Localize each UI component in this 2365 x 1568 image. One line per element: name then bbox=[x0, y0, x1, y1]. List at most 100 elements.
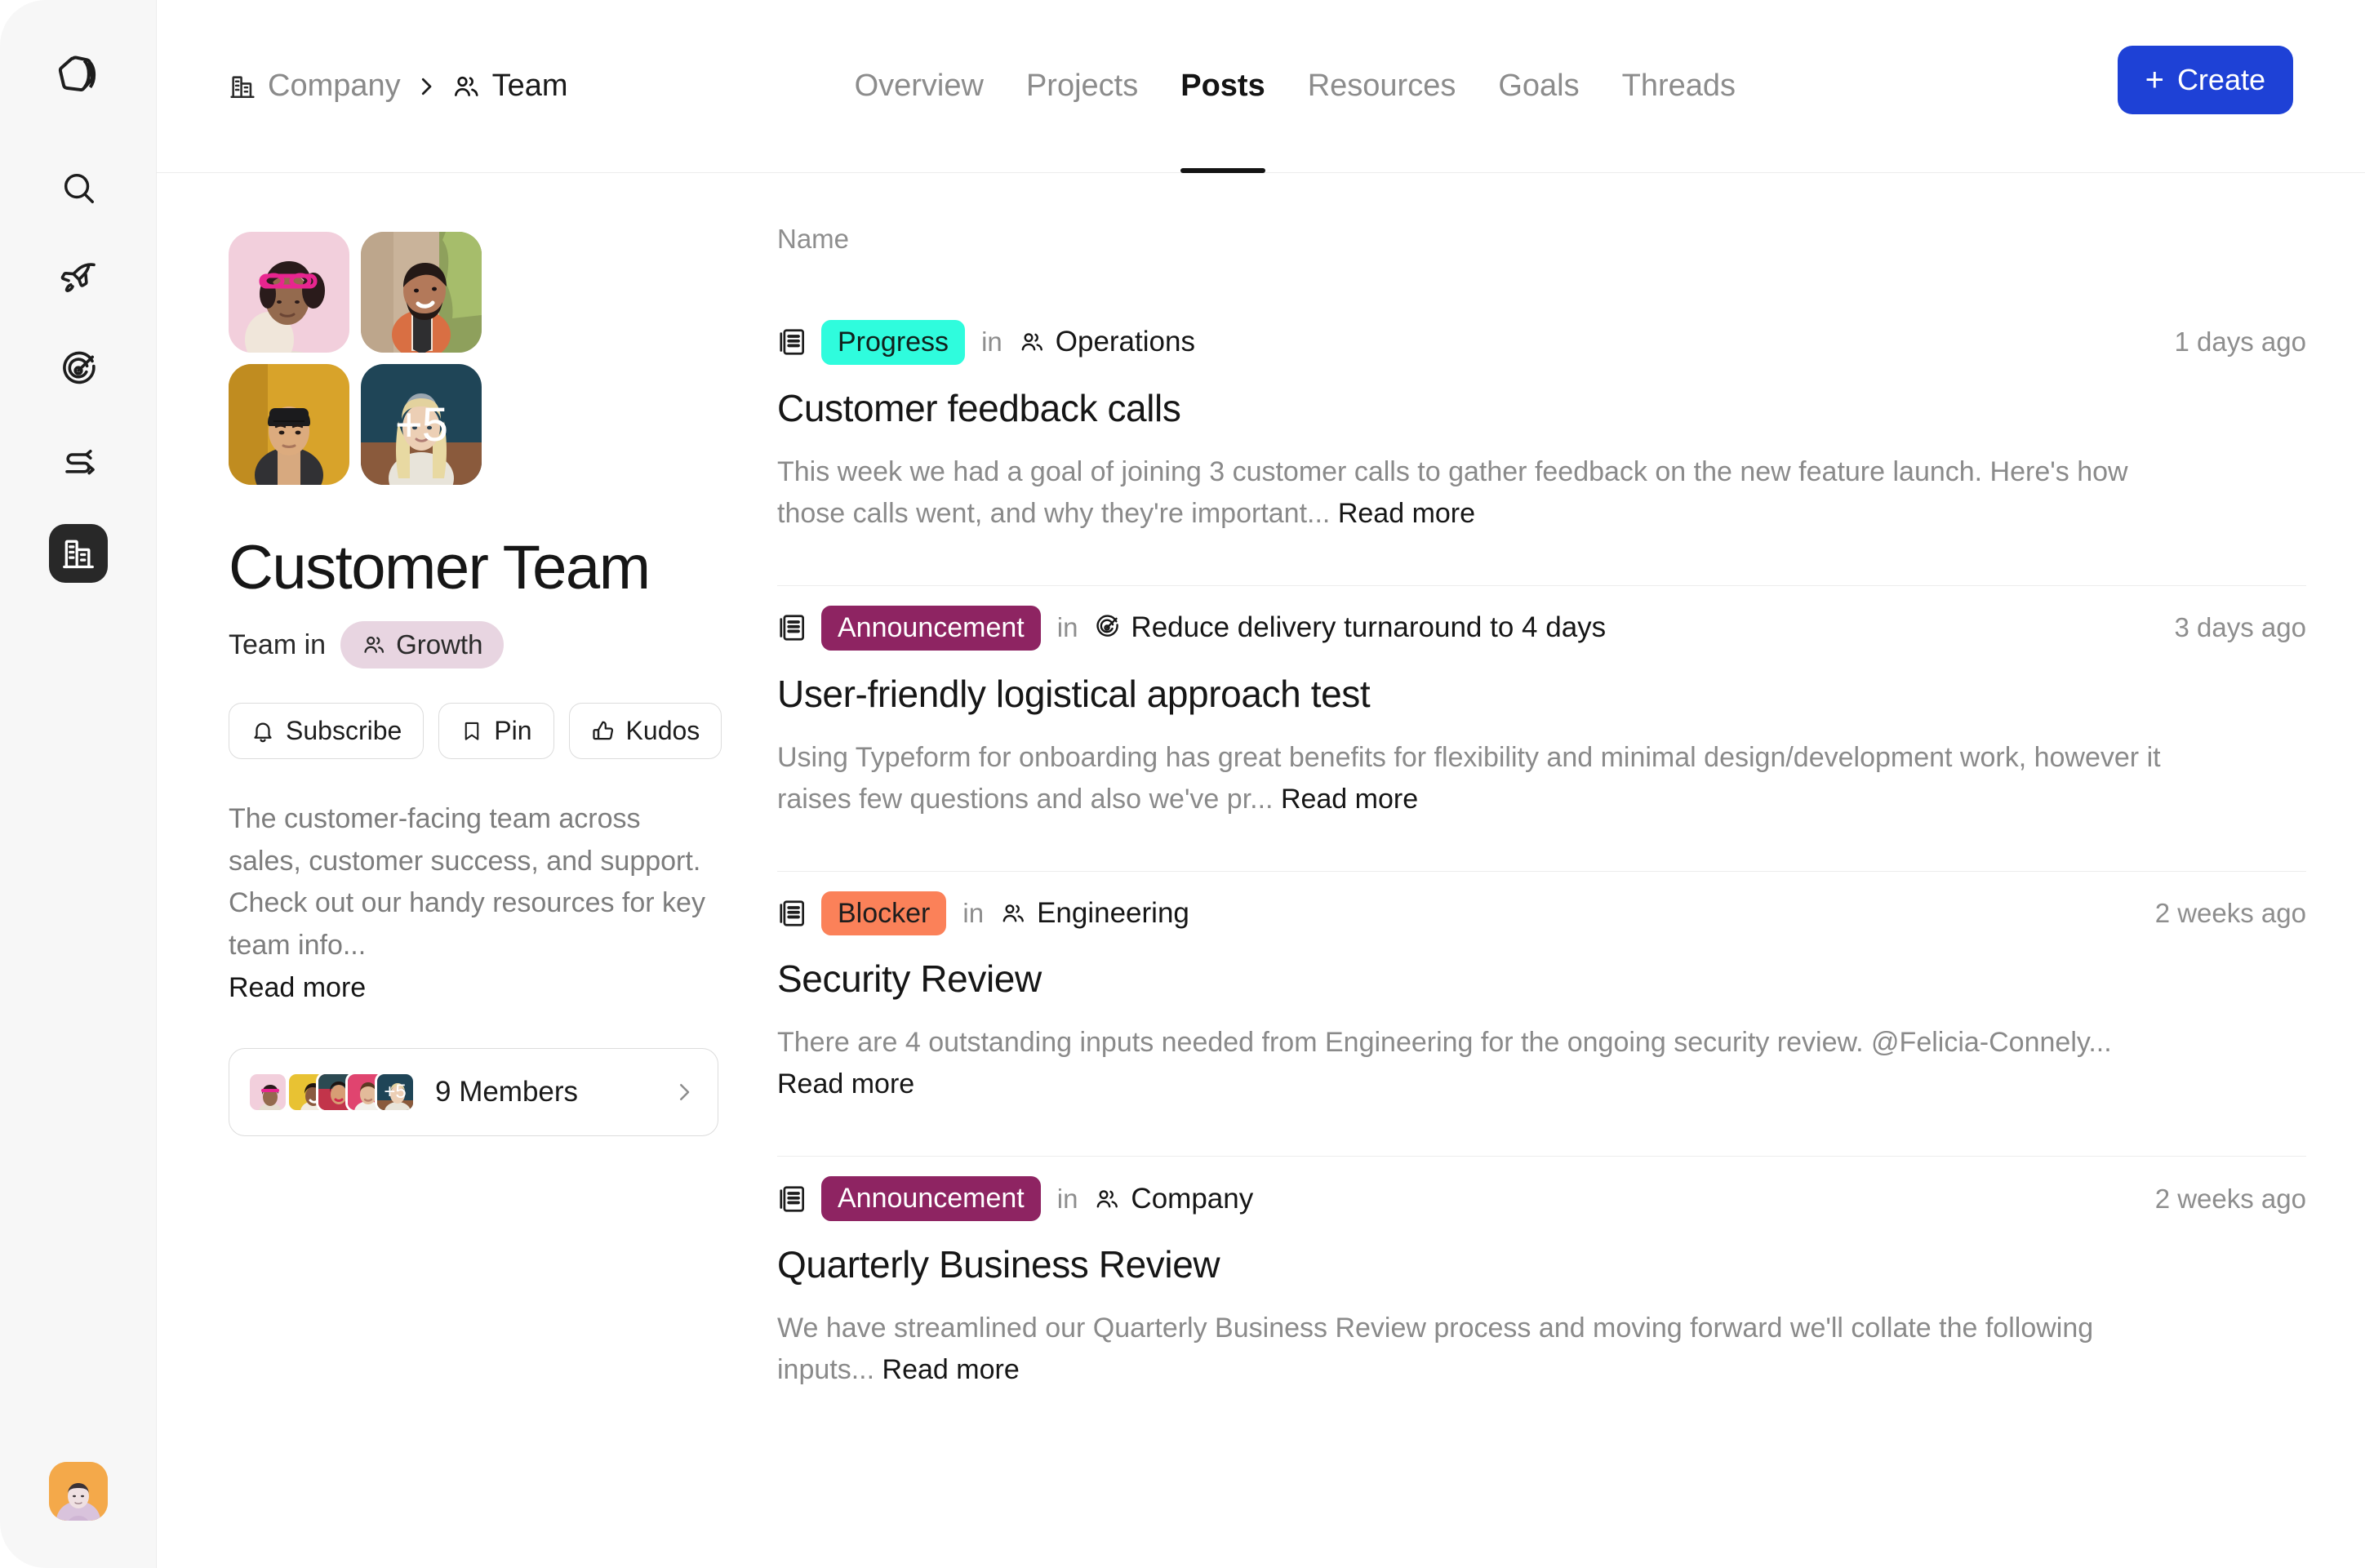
post-icon bbox=[777, 898, 808, 929]
parent-team-pill[interactable]: Growth bbox=[340, 621, 505, 669]
post-context-label: Engineering bbox=[1037, 896, 1189, 929]
post-title[interactable]: Customer feedback calls bbox=[777, 386, 2306, 430]
pin-button[interactable]: Pin bbox=[438, 703, 554, 759]
post-meta: Blocker in Engineering 2 weeks ago bbox=[777, 891, 2306, 936]
description-read-more-link[interactable]: Read more bbox=[229, 972, 366, 1003]
breadcrumb: Company Team bbox=[229, 69, 568, 104]
post-meta: Announcement in Reduce delivery turnarou… bbox=[777, 605, 2306, 651]
post-excerpt: This week we had a goal of joining 3 cus… bbox=[777, 451, 2165, 535]
status-badge[interactable]: Announcement bbox=[821, 1176, 1041, 1222]
tab-bar: Overview Projects Posts Resources Goals … bbox=[834, 0, 1757, 173]
portrait-thumb bbox=[250, 1074, 286, 1111]
post-read-more-link[interactable]: Read more bbox=[1338, 498, 1475, 529]
post-context[interactable]: Reduce delivery turnaround to 4 days bbox=[1094, 611, 1606, 644]
post-meta: Announcement in Company 2 weeks ago bbox=[777, 1176, 2306, 1222]
members-card[interactable]: +5 9 Members bbox=[229, 1048, 718, 1137]
plus-icon: + bbox=[2145, 62, 2164, 98]
post-context[interactable]: Company bbox=[1094, 1183, 1253, 1215]
building-icon bbox=[60, 535, 96, 571]
team-member-avatar-4[interactable]: +5 bbox=[361, 364, 482, 485]
post-excerpt-text: There are 4 outstanding inputs needed fr… bbox=[777, 1027, 2112, 1059]
left-nav-rail bbox=[0, 0, 157, 1568]
rocket-icon bbox=[59, 260, 98, 299]
kudos-button[interactable]: Kudos bbox=[568, 703, 722, 759]
sidebar-item-paths[interactable] bbox=[49, 433, 108, 491]
target-icon bbox=[1094, 615, 1120, 641]
tab-goals[interactable]: Goals bbox=[1477, 0, 1600, 173]
breadcrumb-item-team[interactable]: Team bbox=[451, 69, 568, 104]
team-profile-panel: +5 Customer Team Team in Growth Subscrib… bbox=[157, 173, 777, 1568]
route-icon bbox=[59, 442, 98, 482]
tab-label: Threads bbox=[1621, 69, 1736, 103]
people-icon bbox=[1094, 1186, 1120, 1212]
chevron-right-icon bbox=[672, 1080, 696, 1104]
parent-team-label: Growth bbox=[396, 629, 483, 660]
avatar[interactable] bbox=[48, 1462, 108, 1521]
subscribe-button[interactable]: Subscribe bbox=[229, 703, 425, 759]
post-title[interactable]: User-friendly logistical approach test bbox=[777, 672, 2306, 716]
team-member-avatar-1[interactable] bbox=[229, 232, 349, 353]
column-header-name: Name bbox=[777, 224, 850, 254]
tab-overview[interactable]: Overview bbox=[834, 0, 1005, 173]
page-title: Customer Team bbox=[229, 533, 651, 602]
tab-resources[interactable]: Resources bbox=[1287, 0, 1478, 173]
kudos-label: Kudos bbox=[625, 716, 700, 745]
members-count-label: 9 Members bbox=[435, 1076, 579, 1108]
post-context[interactable]: Engineering bbox=[1000, 897, 1189, 930]
status-badge[interactable]: Blocker bbox=[821, 891, 947, 936]
people-icon bbox=[1019, 329, 1045, 355]
post-read-more-link[interactable]: Read more bbox=[777, 1068, 914, 1099]
pin-label: Pin bbox=[494, 716, 532, 745]
thumbs-up-icon bbox=[591, 719, 616, 744]
status-badge[interactable]: Progress bbox=[821, 320, 966, 365]
sidebar-item-company[interactable] bbox=[48, 524, 108, 583]
post-excerpt: There are 4 outstanding inputs needed fr… bbox=[777, 1022, 2165, 1105]
post-read-more-link[interactable]: Read more bbox=[1281, 784, 1418, 815]
team-member-avatar-2[interactable] bbox=[361, 232, 482, 353]
post-title[interactable]: Security Review bbox=[777, 957, 2306, 1001]
team-member-avatar-3[interactable] bbox=[229, 364, 349, 485]
tab-posts[interactable]: Posts bbox=[1159, 0, 1286, 173]
post-icon bbox=[777, 612, 808, 643]
post-in-label: in bbox=[981, 326, 1002, 358]
tab-label: Overview bbox=[854, 69, 984, 103]
post-timestamp: 3 days ago bbox=[2174, 612, 2306, 643]
building-icon bbox=[229, 73, 256, 100]
team-avatar-grid[interactable]: +5 bbox=[229, 232, 705, 485]
post-row[interactable]: Announcement in Company 2 weeks ago Quar… bbox=[777, 1157, 2306, 1441]
portrait-photo bbox=[229, 364, 349, 485]
main-area: Company Team Overview Projects Posts Res… bbox=[157, 0, 2365, 1568]
create-button[interactable]: + Create bbox=[2117, 46, 2293, 114]
member-overflow-count: +5 bbox=[384, 1081, 407, 1104]
tab-threads[interactable]: Threads bbox=[1601, 0, 1757, 173]
tab-projects[interactable]: Projects bbox=[1005, 0, 1159, 173]
member-avatar-overflow: +5 bbox=[375, 1072, 416, 1113]
breadcrumb-item-company[interactable]: Company bbox=[229, 69, 401, 104]
status-badge[interactable]: Announcement bbox=[821, 605, 1041, 651]
post-timestamp: 1 days ago bbox=[2174, 326, 2306, 358]
create-button-label: Create bbox=[2176, 63, 2265, 96]
sidebar-item-search[interactable] bbox=[49, 158, 108, 217]
post-row[interactable]: Announcement in Reduce delivery turnarou… bbox=[777, 586, 2306, 872]
member-avatar-stack: +5 bbox=[247, 1072, 416, 1113]
post-row[interactable]: Progress in Operations 1 days ago Custom… bbox=[777, 300, 2306, 586]
subscribe-label: Subscribe bbox=[286, 716, 402, 745]
app-root: Company Team Overview Projects Posts Res… bbox=[0, 0, 2365, 1568]
portrait-photo bbox=[229, 232, 349, 353]
member-avatar-1 bbox=[247, 1072, 288, 1113]
breadcrumb-label-team: Team bbox=[491, 69, 568, 103]
post-context-label: Company bbox=[1131, 1182, 1254, 1215]
post-context-label: Reduce delivery turnaround to 4 days bbox=[1131, 611, 1607, 644]
post-title[interactable]: Quarterly Business Review bbox=[777, 1242, 2306, 1286]
tab-label: Posts bbox=[1180, 69, 1265, 103]
sidebar-item-launch[interactable] bbox=[49, 250, 108, 309]
target-icon bbox=[59, 351, 98, 390]
sidebar-item-goals[interactable] bbox=[49, 341, 108, 400]
portrait-photo bbox=[361, 232, 482, 353]
post-timestamp: 2 weeks ago bbox=[2154, 1183, 2306, 1214]
cube-logo-icon[interactable] bbox=[49, 46, 108, 104]
post-row[interactable]: Blocker in Engineering 2 weeks ago Secur… bbox=[777, 872, 2306, 1157]
post-read-more-link[interactable]: Read more bbox=[882, 1354, 1020, 1385]
bookmark-icon bbox=[460, 720, 483, 743]
post-context[interactable]: Operations bbox=[1019, 326, 1195, 358]
